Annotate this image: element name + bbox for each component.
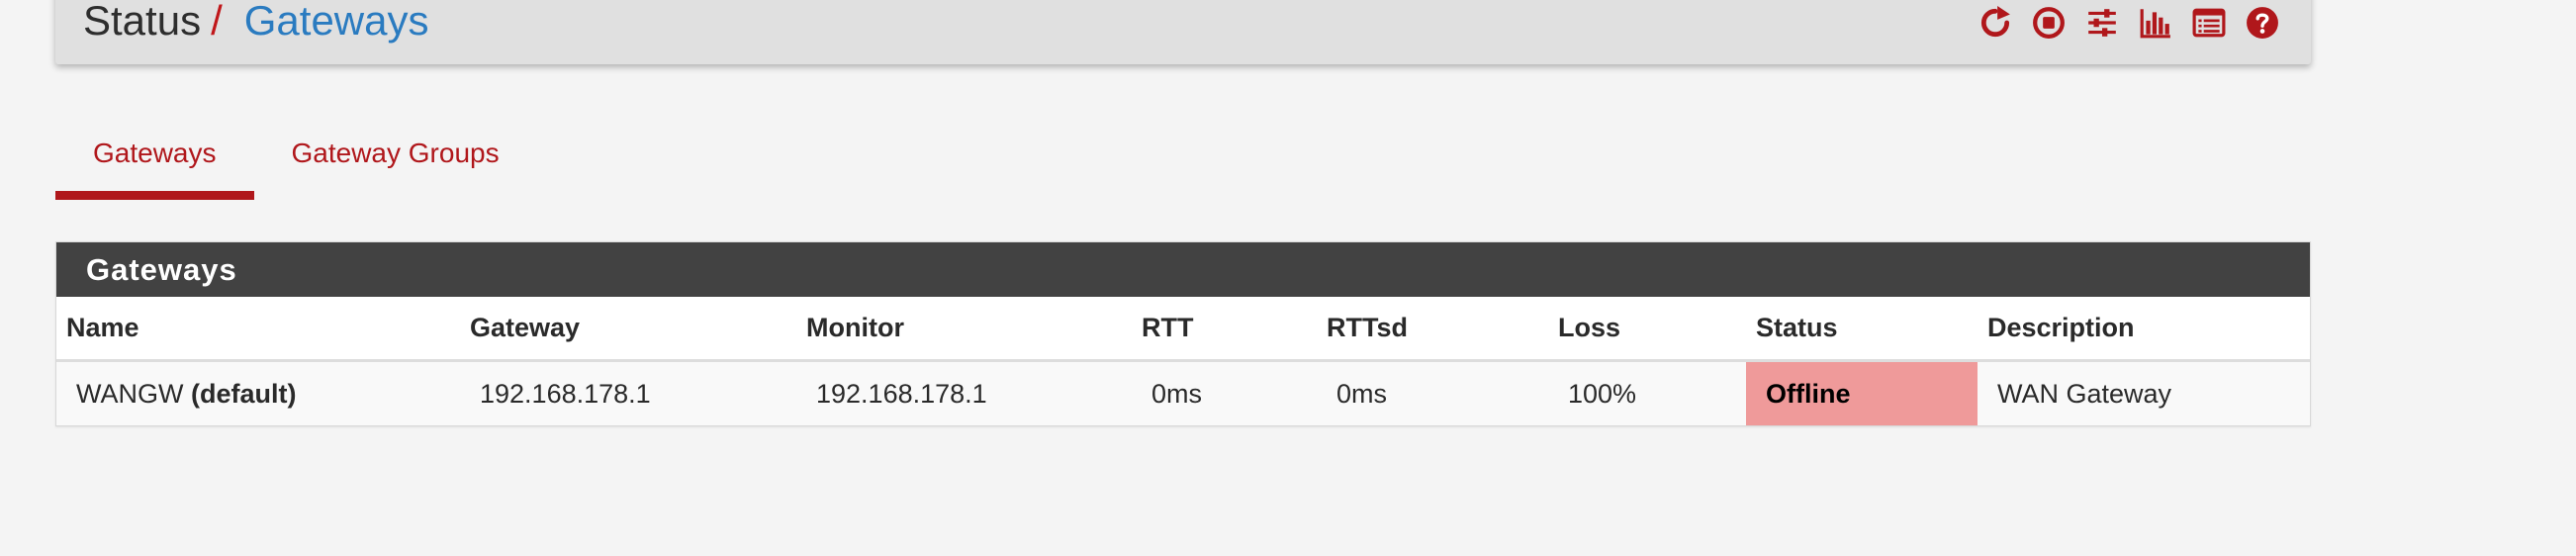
- table-header-row: Name Gateway Monitor RTT RTTsd Loss Stat…: [56, 297, 2310, 362]
- column-header-monitor: Monitor: [796, 297, 1132, 362]
- tab-gateways[interactable]: Gateways: [55, 127, 254, 200]
- column-header-name: Name: [56, 297, 460, 362]
- rttsd-value: 0ms: [1317, 360, 1548, 425]
- column-header-loss: Loss: [1548, 297, 1746, 362]
- help-icon[interactable]: [2242, 2, 2283, 44]
- gateway-name-cell: WANGW (default): [56, 360, 460, 425]
- monitor-address: 192.168.178.1: [796, 360, 1132, 425]
- breadcrumb: Status / Gateways: [83, 0, 429, 46]
- panel-title: Gateways: [56, 242, 2310, 297]
- default-marker: (default): [191, 378, 297, 409]
- stop-icon[interactable]: [2028, 2, 2070, 44]
- column-header-rtt: RTT: [1132, 297, 1317, 362]
- gateways-panel: Gateways Name Gateway Monitor RTT RTTsd …: [55, 241, 2311, 426]
- bar-chart-icon[interactable]: [2135, 2, 2176, 44]
- column-header-description: Description: [1978, 297, 2310, 362]
- sliders-icon[interactable]: [2081, 2, 2123, 44]
- breadcrumb-root: Status: [83, 0, 202, 44]
- loss-value: 100%: [1548, 360, 1746, 425]
- breadcrumb-separator: /: [211, 0, 223, 44]
- table-row: WANGW (default) 192.168.178.1 192.168.17…: [56, 360, 2310, 425]
- gateway-address: 192.168.178.1: [460, 360, 796, 425]
- rtt-value: 0ms: [1132, 360, 1317, 425]
- gateways-table: Name Gateway Monitor RTT RTTsd Loss Stat…: [56, 297, 2310, 425]
- column-header-gateway: Gateway: [460, 297, 796, 362]
- reload-icon[interactable]: [1975, 2, 2016, 44]
- column-header-rttsd: RTTsd: [1317, 297, 1548, 362]
- status-badge: Offline: [1746, 360, 1978, 425]
- header-icon-bar: [1975, 2, 2283, 44]
- tab-bar: Gateways Gateway Groups: [55, 127, 537, 200]
- gateway-description: WAN Gateway: [1978, 360, 2310, 425]
- tab-gateway-groups[interactable]: Gateway Groups: [254, 127, 537, 200]
- gateway-name: WANGW: [76, 378, 184, 409]
- column-header-status: Status: [1746, 297, 1978, 362]
- breadcrumb-current[interactable]: Gateways: [244, 0, 429, 44]
- list-icon[interactable]: [2188, 2, 2230, 44]
- page-header: Status / Gateways: [55, 0, 2311, 64]
